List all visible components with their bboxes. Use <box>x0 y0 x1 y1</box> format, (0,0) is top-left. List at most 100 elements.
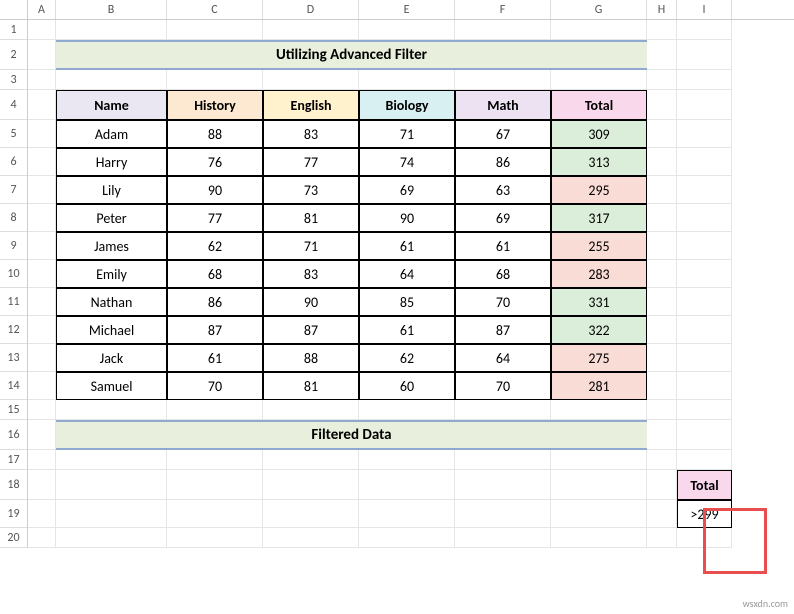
cell-B19[interactable] <box>56 500 167 528</box>
cell-H12[interactable] <box>647 316 677 344</box>
cell-H15[interactable] <box>647 400 677 420</box>
cell-I9[interactable] <box>677 232 732 260</box>
cell-H11[interactable] <box>647 288 677 316</box>
cell-H3[interactable] <box>647 70 677 90</box>
cell-A7[interactable] <box>28 176 56 204</box>
cell-A1[interactable] <box>28 20 56 40</box>
cell-A17[interactable] <box>28 450 56 470</box>
select-all-corner[interactable] <box>0 0 28 20</box>
col-header-F[interactable]: F <box>455 0 551 19</box>
cell-A20[interactable] <box>28 528 56 548</box>
header-name[interactable]: Name <box>56 90 167 120</box>
col-header-A[interactable]: A <box>28 0 56 19</box>
cell-I12[interactable] <box>677 316 732 344</box>
cell-H17[interactable] <box>647 450 677 470</box>
cell-biology[interactable]: 90 <box>359 204 455 232</box>
cell-english[interactable]: 87 <box>263 316 359 344</box>
cell-G3[interactable] <box>551 70 647 90</box>
cell-name[interactable]: Peter <box>56 204 167 232</box>
cell-total[interactable]: 283 <box>551 260 647 288</box>
cell-D3[interactable] <box>263 70 359 90</box>
cell-history[interactable]: 70 <box>167 372 263 400</box>
cell-H18[interactable] <box>647 470 677 500</box>
cell-history[interactable]: 88 <box>167 120 263 148</box>
cell-G1[interactable] <box>551 20 647 40</box>
cell-name[interactable]: Michael <box>56 316 167 344</box>
cell-C20[interactable] <box>167 528 263 548</box>
cell-A14[interactable] <box>28 372 56 400</box>
cell-history[interactable]: 90 <box>167 176 263 204</box>
cell-total[interactable]: 331 <box>551 288 647 316</box>
cell-B15[interactable] <box>56 400 167 420</box>
cell-math[interactable]: 70 <box>455 288 551 316</box>
cell-history[interactable]: 62 <box>167 232 263 260</box>
cell-math[interactable]: 87 <box>455 316 551 344</box>
cell-I11[interactable] <box>677 288 732 316</box>
row-header-15[interactable]: 15 <box>0 400 28 420</box>
row-header-2[interactable]: 2 <box>0 40 28 70</box>
cell-H7[interactable] <box>647 176 677 204</box>
cell-I17[interactable] <box>677 450 732 470</box>
cell-F1[interactable] <box>455 20 551 40</box>
header-math[interactable]: Math <box>455 90 551 120</box>
cell-biology[interactable]: 60 <box>359 372 455 400</box>
row-header-16[interactable]: 16 <box>0 420 28 450</box>
cell-F3[interactable] <box>455 70 551 90</box>
col-header-H[interactable]: H <box>647 0 677 19</box>
cell-B1[interactable] <box>56 20 167 40</box>
cell-A18[interactable] <box>28 470 56 500</box>
cell-H14[interactable] <box>647 372 677 400</box>
cell-E15[interactable] <box>359 400 455 420</box>
cell-H13[interactable] <box>647 344 677 372</box>
cell-name[interactable]: James <box>56 232 167 260</box>
cell-A9[interactable] <box>28 232 56 260</box>
row-header-3[interactable]: 3 <box>0 70 28 90</box>
cell-B18[interactable] <box>56 470 167 500</box>
row-header-14[interactable]: 14 <box>0 372 28 400</box>
cell-C17[interactable] <box>167 450 263 470</box>
cell-D20[interactable] <box>263 528 359 548</box>
row-header-17[interactable]: 17 <box>0 450 28 470</box>
cell-B20[interactable] <box>56 528 167 548</box>
cell-history[interactable]: 77 <box>167 204 263 232</box>
cell-E3[interactable] <box>359 70 455 90</box>
cell-total[interactable]: 317 <box>551 204 647 232</box>
col-header-B[interactable]: B <box>56 0 167 19</box>
cell-total[interactable]: 275 <box>551 344 647 372</box>
cell-english[interactable]: 81 <box>263 204 359 232</box>
cell-biology[interactable]: 61 <box>359 316 455 344</box>
cell-F17[interactable] <box>455 450 551 470</box>
cell-math[interactable]: 61 <box>455 232 551 260</box>
cell-name[interactable]: Emily <box>56 260 167 288</box>
cell-math[interactable]: 63 <box>455 176 551 204</box>
cell-I16[interactable] <box>677 420 732 450</box>
row-header-12[interactable]: 12 <box>0 316 28 344</box>
cell-B3[interactable] <box>56 70 167 90</box>
cell-english[interactable]: 81 <box>263 372 359 400</box>
cell-H2[interactable] <box>647 40 677 70</box>
cell-total[interactable]: 309 <box>551 120 647 148</box>
cell-english[interactable]: 73 <box>263 176 359 204</box>
cell-E19[interactable] <box>359 500 455 528</box>
cell-history[interactable]: 86 <box>167 288 263 316</box>
cell-math[interactable]: 64 <box>455 344 551 372</box>
cell-A19[interactable] <box>28 500 56 528</box>
cell-total[interactable]: 295 <box>551 176 647 204</box>
cell-biology[interactable]: 61 <box>359 232 455 260</box>
cell-C15[interactable] <box>167 400 263 420</box>
cell-F19[interactable] <box>455 500 551 528</box>
cell-A16[interactable] <box>28 420 56 450</box>
cell-C18[interactable] <box>167 470 263 500</box>
row-header-5[interactable]: 5 <box>0 120 28 148</box>
cell-A4[interactable] <box>28 90 56 120</box>
cell-D19[interactable] <box>263 500 359 528</box>
header-biology[interactable]: Biology <box>359 90 455 120</box>
cell-biology[interactable]: 62 <box>359 344 455 372</box>
cell-I7[interactable] <box>677 176 732 204</box>
cell-math[interactable]: 70 <box>455 372 551 400</box>
row-header-1[interactable]: 1 <box>0 20 28 40</box>
cell-A6[interactable] <box>28 148 56 176</box>
cell-history[interactable]: 76 <box>167 148 263 176</box>
cell-name[interactable]: Harry <box>56 148 167 176</box>
cell-H8[interactable] <box>647 204 677 232</box>
